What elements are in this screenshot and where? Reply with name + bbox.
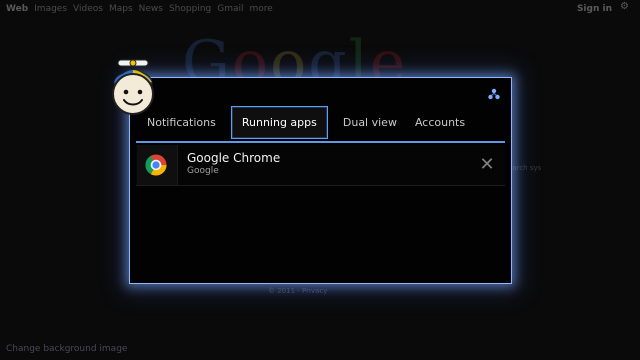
app-name: Google Chrome (187, 151, 281, 165)
task-switcher-dialog: Notifications Running apps Dual view Acc… (129, 77, 512, 284)
side-search-hint: earch sys (508, 164, 541, 172)
running-apps-list: Google Chrome Google ✕ (136, 145, 505, 186)
footer-privacy-link[interactable]: Privacy (302, 287, 327, 295)
top-nav-more[interactable]: more (250, 0, 273, 18)
chrome-icon (145, 154, 167, 176)
app-text: Google Chrome Google (187, 151, 280, 177)
sign-in-link[interactable]: Sign in (577, 0, 612, 18)
top-bar: Web Images Videos Maps News Shopping Gma… (0, 0, 640, 18)
top-nav-shopping[interactable]: Shopping (169, 0, 211, 18)
footer-copyright: © 2011 - (268, 287, 300, 295)
top-nav-web[interactable]: Web (6, 0, 28, 18)
top-nav: Web Images Videos Maps News Shopping Gma… (6, 0, 273, 18)
tabs-underline (136, 141, 505, 143)
top-nav-videos[interactable]: Videos (73, 0, 103, 18)
top-nav-images[interactable]: Images (34, 0, 67, 18)
list-item[interactable]: Google Chrome Google ✕ (136, 145, 505, 186)
dialog-inner: Notifications Running apps Dual view Acc… (130, 78, 511, 283)
gear-icon[interactable]: ⚙ (620, 2, 630, 12)
top-nav-gmail[interactable]: Gmail (217, 0, 243, 18)
tab-dual-view[interactable]: Dual view (334, 106, 406, 139)
app-subtitle: Google (187, 166, 219, 176)
close-icon[interactable]: ✕ (479, 156, 495, 174)
top-nav-maps[interactable]: Maps (109, 0, 133, 18)
side-search-hint-text: earch sys (508, 164, 542, 172)
tab-accounts[interactable]: Accounts (406, 106, 474, 139)
footer: © 2011 - Privacy (268, 287, 327, 295)
mascot-avatar (100, 54, 166, 120)
change-background-link[interactable]: Change background image (6, 344, 127, 354)
app-icon-wrap (137, 145, 178, 185)
dialog-tabs: Notifications Running apps Dual view Acc… (138, 106, 474, 139)
top-nav-news[interactable]: News (139, 0, 163, 18)
connections-icon[interactable] (487, 86, 501, 100)
tab-running-apps[interactable]: Running apps (230, 106, 328, 139)
